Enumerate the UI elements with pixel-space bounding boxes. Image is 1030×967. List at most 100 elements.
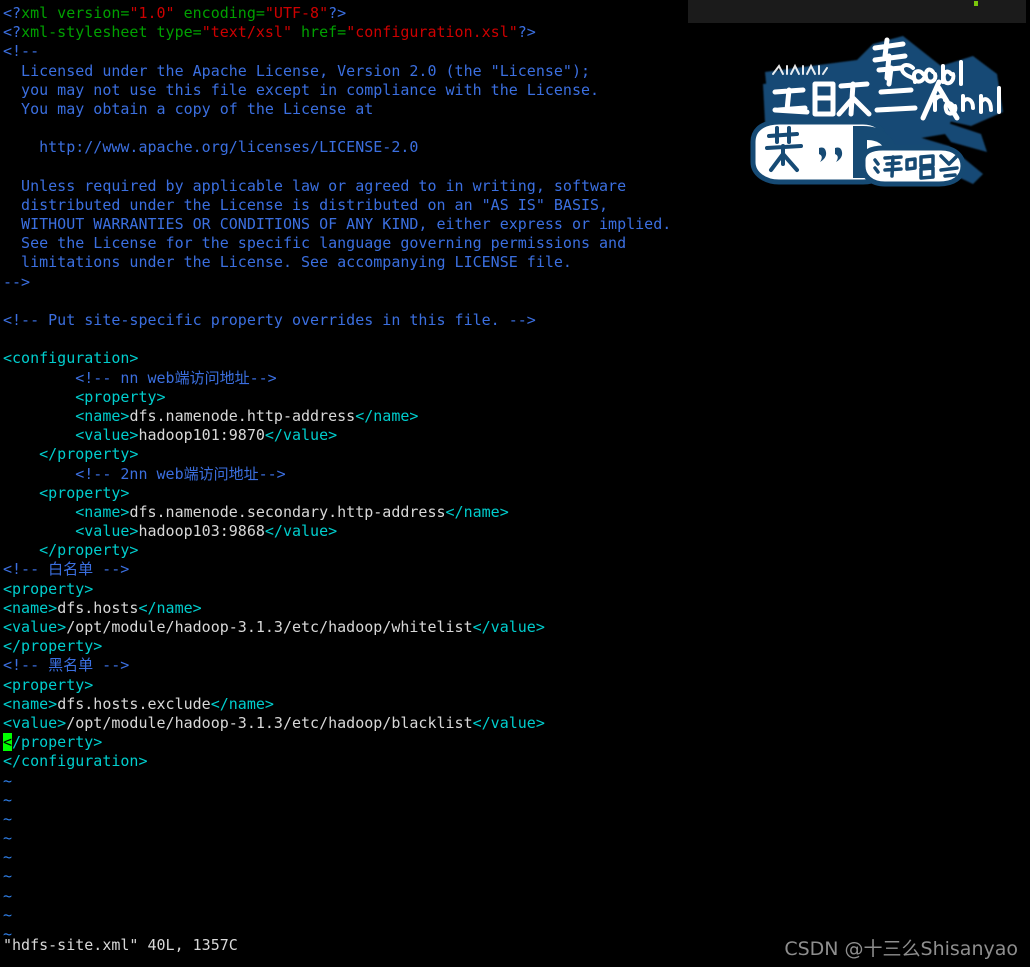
xml-tag-close: </name> (355, 406, 419, 425)
code-line[interactable]: </property> (3, 733, 1027, 752)
code-line[interactable]: Unless required by applicable law or agr… (3, 177, 1027, 196)
pi-close: ?> (328, 4, 347, 22)
xml-tag-close: </name> (210, 694, 274, 713)
code-line[interactable]: <value>/opt/module/hadoop-3.1.3/etc/hado… (3, 714, 1027, 733)
xml-tag-close: </value> (472, 618, 545, 636)
pi-attr-value: "UTF-8" (264, 4, 329, 22)
empty-line-marker: ~ (3, 848, 13, 867)
xml-tag: <property> (3, 675, 94, 694)
xml-tag: </property> (39, 541, 139, 560)
code-line[interactable]: <value>hadoop103:9868</value> (3, 522, 1027, 541)
pi-attr-name: version= (48, 4, 130, 22)
xml-comment: <!-- 白名单 --> (3, 560, 130, 579)
code-line[interactable]: distributed under the License is distrib… (3, 196, 1027, 215)
code-line[interactable]: <!-- 2nn web端访问地址--> (3, 465, 1027, 484)
xml-comment: --> (3, 272, 31, 291)
xml-text-value: /opt/module/hadoop-3.1.3/etc/hadoop/blac… (66, 713, 473, 732)
code-line[interactable] (3, 119, 1027, 138)
empty-line-marker: ~ (3, 809, 13, 828)
code-line[interactable]: WITHOUT WARRANTIES OR CONDITIONS OF ANY … (3, 215, 1027, 234)
xml-tag-open: <value> (3, 618, 67, 636)
xml-tag-open: <value> (75, 426, 139, 445)
code-line[interactable]: you may not use this file except in comp… (3, 81, 1027, 100)
code-line[interactable]: <property> (3, 580, 1027, 599)
code-line[interactable]: <name>dfs.namenode.secondary.http-addres… (3, 503, 1027, 522)
code-line[interactable]: Licensed under the Apache License, Versi… (3, 62, 1027, 81)
xml-comment: Licensed under the Apache License, Versi… (3, 61, 590, 80)
vim-cursor[interactable]: < (3, 733, 13, 752)
code-line[interactable]: You may obtain a copy of the License at (3, 100, 1027, 119)
code-line[interactable]: <?xml-stylesheet type="text/xsl" href="c… (3, 23, 1027, 42)
pi-name: xml (21, 4, 49, 22)
code-line[interactable]: <property> (3, 484, 1027, 503)
xml-tag-open: <name> (75, 502, 130, 521)
xml-tag-open: <name> (75, 406, 130, 425)
top-overlay-bar (688, 0, 1026, 23)
xml-text-value: dfs.namenode.secondary.http-address (129, 502, 446, 521)
xml-tag-close: </name> (138, 598, 202, 617)
code-line[interactable]: <name>dfs.hosts</name> (3, 599, 1027, 618)
code-line[interactable]: </property> (3, 637, 1027, 656)
green-indicator-dot (974, 1, 978, 6)
code-line[interactable]: <name>dfs.namenode.http-address</name> (3, 407, 1027, 426)
code-line[interactable]: --> (3, 273, 1027, 292)
code-line[interactable] (3, 158, 1027, 177)
xml-comment: <!-- 2nn web端访问地址--> (3, 464, 286, 483)
xml-comment: You may obtain a copy of the License at (3, 99, 374, 118)
code-line[interactable]: <configuration> (3, 349, 1027, 368)
code-line[interactable]: </property> (3, 445, 1027, 464)
pi-open: <? (3, 23, 22, 42)
terminal-window: <?xml version="1.0" encoding="UTF-8"?> <?… (0, 0, 1030, 967)
xml-tag: </configuration> (3, 752, 148, 771)
code-line[interactable]: http://www.apache.org/licenses/LICENSE-2… (3, 138, 1027, 157)
code-line[interactable]: <!-- 黑名单 --> (3, 656, 1027, 675)
pi-attr-value: "configuration.xsl" (346, 23, 518, 42)
code-line[interactable]: See the License for the specific languag… (3, 234, 1027, 253)
empty-line-marker: ~ (3, 829, 13, 848)
pi-attr-value: "1.0" (129, 4, 175, 22)
code-line[interactable]: </property> (3, 541, 1027, 560)
empty-line-marker: ~ (3, 790, 13, 809)
xml-tag-open: <value> (3, 713, 67, 732)
pi-attr-name: href= (292, 23, 347, 42)
xml-tag: <configuration> (3, 349, 139, 368)
code-line[interactable]: <value>/opt/module/hadoop-3.1.3/etc/hado… (3, 618, 1027, 637)
xml-tag: </property> (39, 445, 139, 464)
xml-comment: limitations under the License. See accom… (3, 253, 572, 272)
xml-tag: </property> (3, 637, 103, 656)
code-line[interactable]: <!-- 白名单 --> (3, 560, 1027, 579)
code-line[interactable]: <property> (3, 388, 1027, 407)
xml-comment: distributed under the License is distrib… (3, 195, 609, 214)
code-line[interactable]: <name>dfs.hosts.exclude</name> (3, 695, 1027, 714)
code-line[interactable]: <!-- Put site-specific property override… (3, 311, 1027, 330)
xml-tag-close: </value> (264, 522, 338, 541)
xml-text-value: hadoop101:9870 (138, 426, 265, 445)
code-line[interactable]: <property> (3, 676, 1027, 695)
xml-tag-close: </value> (472, 713, 545, 732)
empty-line-marker: ~ (3, 886, 13, 905)
empty-line-marker: ~ (3, 771, 13, 790)
xml-comment: you may not use this file except in comp… (3, 80, 600, 99)
vim-status-line: "hdfs-site.xml" 40L, 1357C (3, 936, 238, 954)
pi-attr-value: "text/xsl" (201, 23, 292, 42)
xml-comment: <!-- nn web端访问地址--> (3, 368, 277, 387)
xml-tag: <property> (3, 579, 94, 598)
code-line[interactable]: limitations under the License. See accom… (3, 253, 1027, 272)
xml-text-value: hadoop103:9868 (138, 522, 265, 541)
code-line[interactable]: <!-- nn web端访问地址--> (3, 369, 1027, 388)
xml-tag-close: </name> (445, 502, 509, 521)
code-line[interactable] (3, 292, 1027, 311)
code-line[interactable]: </configuration> (3, 752, 1027, 771)
code-line[interactable] (3, 330, 1027, 349)
empty-line-marker: ~ (3, 867, 13, 886)
csdn-watermark: CSDN @十三么Shisanyao (784, 938, 1018, 960)
pi-attr-name: type= (147, 23, 202, 42)
code-line[interactable]: <!-- (3, 42, 1027, 61)
vim-file-contents[interactable]: <?xml version="1.0" encoding="UTF-8"?> <?… (3, 4, 1027, 944)
xml-tag: <property> (39, 483, 130, 502)
code-line[interactable]: <value>hadoop101:9870</value> (3, 426, 1027, 445)
